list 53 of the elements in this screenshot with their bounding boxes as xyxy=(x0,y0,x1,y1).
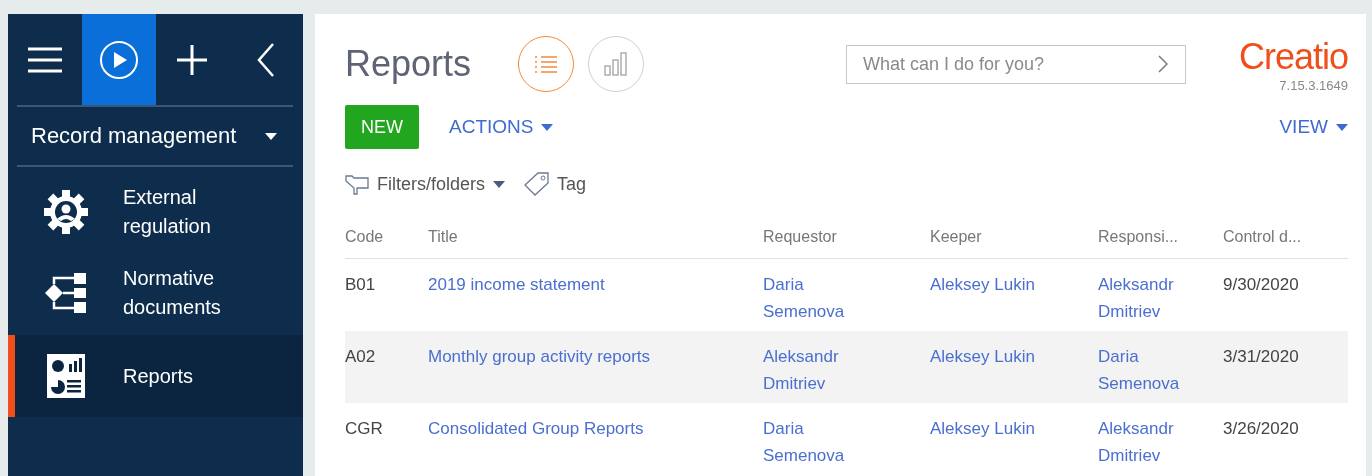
column-header[interactable]: Control d... xyxy=(1223,228,1302,245)
actions-menu[interactable]: ACTIONS xyxy=(449,116,554,138)
table-cell: 3/26/2020 xyxy=(1223,419,1299,438)
contact-link[interactable]: Daria Semenova xyxy=(763,271,873,325)
gear-icon xyxy=(43,189,89,235)
caret-icon xyxy=(541,123,554,131)
contact-link[interactable]: Aleksey Lukin xyxy=(930,415,1035,442)
tag-button[interactable]: Tag xyxy=(523,172,587,196)
contact-link[interactable]: Aleksandr Dmitriev xyxy=(1098,415,1208,469)
view-menu[interactable]: VIEW xyxy=(1279,116,1348,138)
caret-icon xyxy=(493,180,506,188)
sidebar-item[interactable]: Reports xyxy=(8,335,303,417)
add-icon xyxy=(176,43,209,76)
chevron-left-icon xyxy=(257,42,276,77)
record-link[interactable]: 2019 income statement xyxy=(428,271,605,298)
column-header[interactable]: Keeper xyxy=(930,228,982,245)
tag-icon xyxy=(523,172,550,196)
record-link[interactable]: Consolidated Group Reports xyxy=(428,415,644,442)
table-cell: A02 xyxy=(345,347,376,366)
bar-chart-icon xyxy=(604,52,628,76)
workplace-dropdown[interactable]: Record management xyxy=(8,107,303,165)
table-row[interactable]: CGR Consolidated Group Reports Daria Semenova Aleksey Lukin Aleksandr Dmitriev 3/26/2020 xyxy=(345,403,1348,475)
new-button[interactable]: NEW xyxy=(345,105,419,149)
sidebar-item[interactable]: External regulation xyxy=(8,173,303,251)
filters-button[interactable]: Filters/folders xyxy=(345,173,506,195)
search-field[interactable]: What can I do for you? xyxy=(846,44,1186,84)
play-button[interactable] xyxy=(81,14,156,105)
version-label: 7.15.3.1649 xyxy=(1279,77,1348,93)
folder-filter-icon xyxy=(345,173,369,195)
contact-link[interactable]: Daria Semenova xyxy=(763,415,873,469)
play-icon xyxy=(98,39,139,80)
contact-link[interactable]: Aleksandr Dmitriev xyxy=(1098,271,1208,325)
caret-icon xyxy=(265,132,277,140)
chevron-right-icon xyxy=(1158,54,1168,73)
table-cell: B01 xyxy=(345,275,376,294)
page-title: Reports xyxy=(345,43,473,85)
table-cell: CGR xyxy=(345,419,383,438)
caret-icon xyxy=(1336,123,1348,131)
contact-link[interactable]: Aleksey Lukin xyxy=(930,271,1035,298)
list-icon xyxy=(534,55,558,73)
table-cell: 3/31/2020 xyxy=(1223,347,1299,366)
flowchart-icon xyxy=(44,271,88,315)
column-header[interactable]: Code xyxy=(345,228,384,245)
menu-icon xyxy=(26,46,63,73)
table-cell: 9/30/2020 xyxy=(1223,275,1299,294)
table-row[interactable]: A02 Monthly group activity reports Aleksandr Dmitriev Aleksey Lukin Daria Semenova 3/31/2020 xyxy=(345,331,1348,403)
column-header[interactable]: Requestor xyxy=(763,228,837,245)
logo: Creatio xyxy=(1238,35,1348,78)
report-icon xyxy=(47,354,85,398)
sidebar-item[interactable]: Normative documents xyxy=(8,254,303,332)
table-row[interactable]: B01 2019 income statement Daria Semenova Aleksey Lukin Aleksandr Dmitriev 9/30/2020 xyxy=(345,258,1348,331)
column-header[interactable]: Title xyxy=(428,228,458,245)
column-header[interactable]: Responsi... xyxy=(1098,228,1179,245)
